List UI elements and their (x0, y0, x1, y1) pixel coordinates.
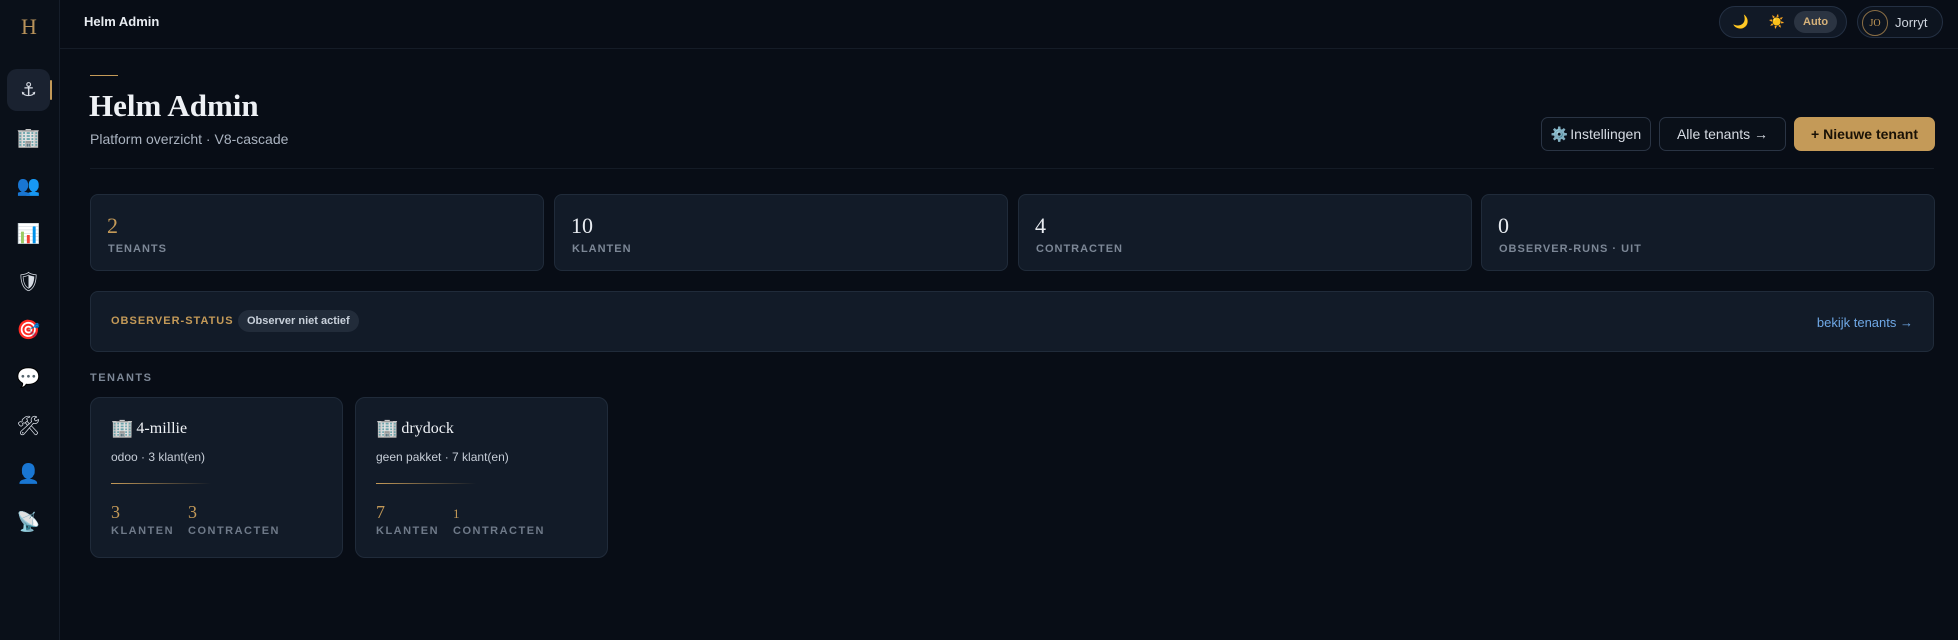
stat-value: 2 (107, 213, 118, 238)
satellite-icon: 📡 (16, 512, 41, 533)
tenant-klanten-label: KLANTEN (376, 525, 440, 537)
tenant-contracten-count: 1 (453, 506, 460, 521)
sidebar-item-security[interactable]: 🛡 (7, 261, 50, 303)
view-tenants-link[interactable]: bekijk tenants → (1817, 315, 1913, 330)
status-badge: Observer niet actief (238, 310, 359, 332)
all-tenants-button[interactable]: Alle tenants → (1659, 117, 1786, 151)
user-menu[interactable]: JO Jorryt (1857, 6, 1943, 38)
sun-icon: ☀️ (1768, 14, 1786, 29)
stat-card-observer-runs: 0 OBSERVER-RUNS · UIT (1481, 194, 1935, 271)
logo[interactable]: H (0, 14, 58, 40)
tenant-contracten-count: 3 (188, 502, 197, 522)
office-building-icon: 🏢 (111, 418, 134, 438)
stat-label: OBSERVER-RUNS · UIT (1499, 243, 1642, 255)
avatar: JO (1862, 10, 1888, 36)
users-icon: 👥 (16, 176, 41, 197)
target-icon: 🎯 (16, 320, 41, 341)
sidebar-item-tenants[interactable]: 🏢 (7, 117, 50, 159)
sidebar-item-observer[interactable]: 📡 (7, 501, 50, 543)
dark-mode-button[interactable]: 🌙 (1726, 11, 1756, 33)
stat-card-tenants: 2 TENANTS (90, 194, 544, 271)
tenant-card[interactable]: 🏢 drydock geen pakket · 7 klant(en) 7 1 … (355, 397, 608, 558)
moon-icon: 🌙 (1732, 14, 1750, 29)
topbar-title: Helm Admin (84, 14, 160, 29)
tenant-meta: odoo · 3 klant(en) (111, 450, 206, 464)
tenant-name: drydock (401, 419, 454, 437)
gear-icon: ⚙️ (1550, 125, 1569, 142)
sidebar-item-targets[interactable]: 🎯 (7, 309, 50, 351)
observer-status-label: OBSERVER-STATUS (111, 315, 234, 327)
header-divider (90, 168, 1934, 169)
tenants-section-title: TENANTS (90, 372, 153, 384)
settings-button-label: Instellingen (1570, 126, 1642, 142)
bar-chart-icon: 📊 (16, 224, 41, 245)
stat-card-contracten: 4 CONTRACTEN (1018, 194, 1472, 271)
sidebar-item-tools[interactable]: 🛠 (7, 405, 50, 447)
stat-card-klanten: 10 KLANTEN (554, 194, 1008, 271)
sidebar: H ⚓ 🏢 👥 📊 🛡 🎯 💬 🛠 👤 📡 (0, 0, 60, 640)
tenant-name: 4-millie (136, 419, 188, 437)
new-tenant-button[interactable]: + Nieuwe tenant (1794, 117, 1935, 151)
speech-bubble-icon: 💬 (16, 368, 41, 389)
tenant-contracten-label: CONTRACTEN (188, 525, 280, 537)
page-subtitle: Platform overzicht · V8-cascade (90, 131, 289, 147)
stat-value: 4 (1035, 213, 1046, 238)
auto-mode-button[interactable]: Auto (1794, 11, 1838, 33)
observer-status-panel: OBSERVER-STATUS Observer niet actief bek… (90, 291, 1934, 352)
tenant-meta: geen pakket · 7 klant(en) (376, 450, 509, 464)
tenant-klanten-count: 7 (376, 502, 385, 522)
divider (376, 483, 476, 484)
shield-icon: 🛡 (16, 272, 41, 293)
tenant-card[interactable]: 🏢 4-millie odoo · 3 klant(en) 3 3 KLANTE… (90, 397, 343, 558)
tenant-klanten-label: KLANTEN (111, 525, 175, 537)
tenant-contracten-label: CONTRACTEN (453, 525, 545, 537)
tenant-header: 🏢 drydock (376, 418, 454, 439)
sidebar-item-profile[interactable]: 👤 (7, 453, 50, 495)
sidebar-item-stats[interactable]: 📊 (7, 213, 50, 255)
sidebar-item-users[interactable]: 👥 (7, 165, 50, 207)
stat-value: 10 (571, 213, 593, 238)
tenant-header: 🏢 4-millie (111, 418, 187, 439)
sidebar-item-messages[interactable]: 💬 (7, 357, 50, 399)
anchor-icon: ⚓ (19, 79, 38, 101)
topbar: Helm Admin 🌙 ☀️ Auto JO Jorryt (60, 0, 1958, 49)
divider (111, 483, 211, 484)
user-icon: 👤 (16, 464, 41, 485)
sidebar-item-anchor[interactable]: ⚓ (7, 69, 52, 111)
stat-label: KLANTEN (572, 243, 632, 255)
title-accent-line (90, 75, 118, 76)
stat-value: 0 (1498, 213, 1509, 238)
settings-button[interactable]: ⚙️ Instellingen (1541, 117, 1651, 151)
stat-label: TENANTS (108, 243, 167, 255)
light-mode-button[interactable]: ☀️ (1762, 11, 1792, 33)
theme-switch: 🌙 ☀️ Auto (1719, 6, 1847, 38)
office-building-icon: 🏢 (16, 128, 41, 149)
stat-label: CONTRACTEN (1036, 243, 1123, 255)
user-name: Jorryt (1895, 15, 1928, 30)
tenant-klanten-count: 3 (111, 502, 120, 522)
office-building-icon: 🏢 (376, 418, 399, 438)
page-title: Helm Admin (89, 88, 259, 123)
tools-icon: 🛠 (16, 416, 41, 437)
